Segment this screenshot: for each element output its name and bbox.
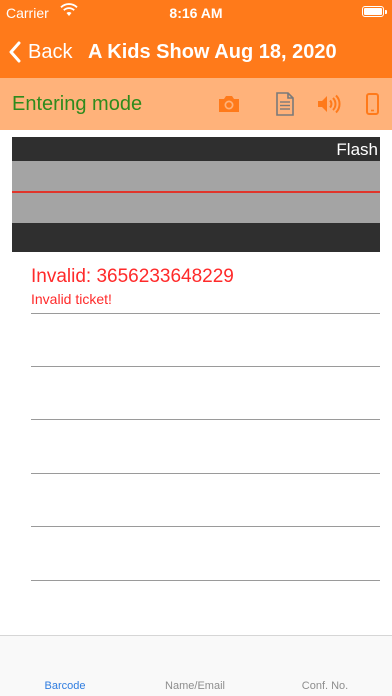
page-title: A Kids Show Aug 18, 2020	[88, 41, 337, 63]
battery-icon	[362, 6, 387, 17]
tab-conf-no[interactable]: Conf. No.	[270, 680, 380, 692]
mode-label: Entering mode	[12, 93, 143, 115]
scan-area	[12, 161, 380, 223]
tab-bar: Barcode Name/Email Conf. No.	[0, 635, 392, 696]
flash-button[interactable]: Flash	[336, 140, 378, 160]
barcode-scanner-view[interactable]: Flash	[12, 137, 380, 252]
scan-line	[12, 191, 380, 193]
back-label: Back	[28, 40, 73, 63]
mode-bar: Entering mode	[0, 78, 392, 130]
speaker-icon[interactable]	[315, 91, 341, 117]
chevron-left-icon	[9, 41, 21, 63]
status-time: 8:16 AM	[169, 5, 223, 21]
divider	[31, 473, 380, 474]
status-bar: Carrier 8:16 AM	[0, 0, 392, 26]
divider	[31, 419, 380, 420]
divider	[31, 366, 380, 367]
divider	[31, 580, 380, 581]
result-title: Invalid: 3656233648229	[31, 266, 234, 287]
tab-barcode[interactable]: Barcode	[10, 680, 120, 692]
back-button[interactable]: Back	[8, 36, 72, 68]
divider	[31, 526, 380, 527]
divider	[31, 313, 380, 314]
navigation-bar: Back A Kids Show Aug 18, 2020	[0, 26, 392, 78]
result-message: Invalid ticket!	[31, 291, 112, 307]
tab-name-email[interactable]: Name/Email	[140, 680, 250, 692]
document-icon[interactable]	[272, 91, 298, 117]
camera-icon[interactable]	[216, 91, 242, 117]
phone-icon[interactable]	[361, 91, 387, 117]
